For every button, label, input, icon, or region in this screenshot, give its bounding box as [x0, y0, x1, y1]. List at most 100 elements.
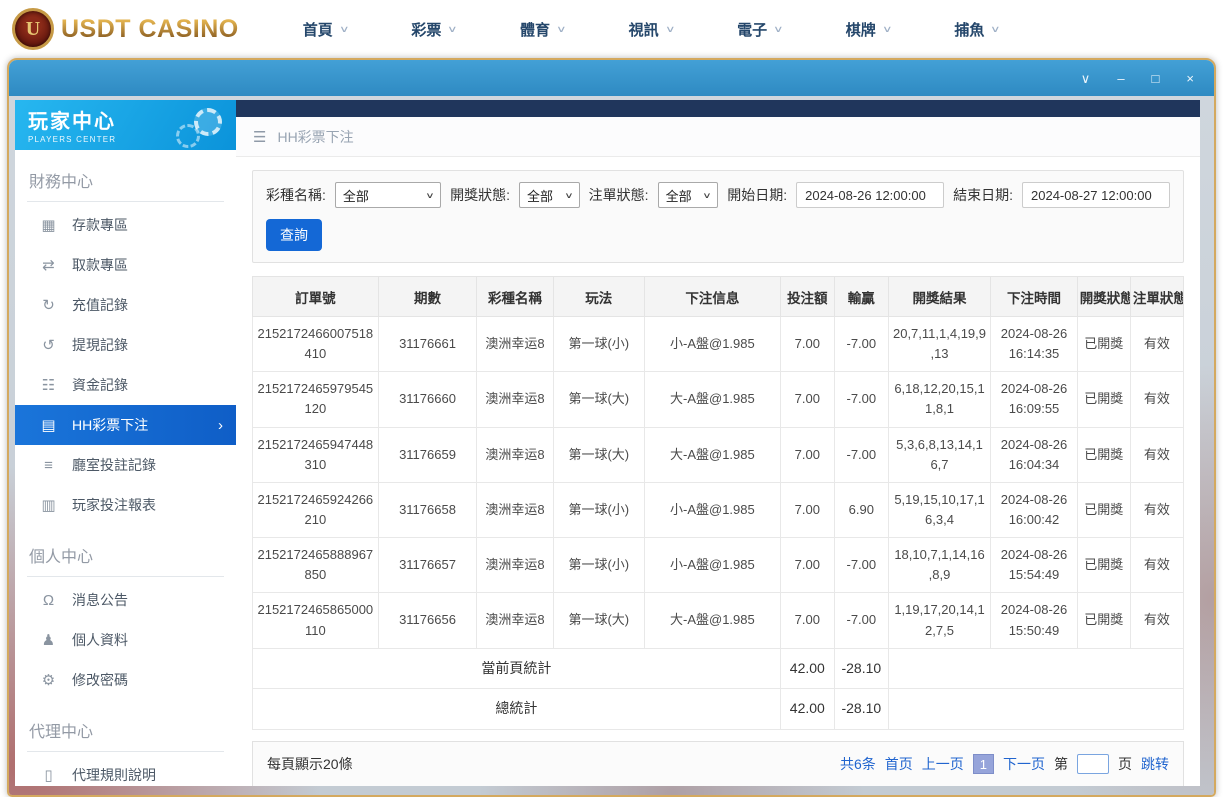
total-summary-label: 總統計: [252, 688, 781, 731]
sidebar-item-deposit[interactable]: ▦ 存款專區: [15, 205, 236, 245]
period-cell: 31176657: [377, 537, 478, 594]
chevron-down-icon: ∨: [881, 23, 893, 34]
sidebar-item-change-password[interactable]: ⚙ 修改密碼: [15, 660, 236, 700]
page-summary-bet: 42.00: [779, 647, 835, 690]
window-maximize-button[interactable]: □: [1152, 72, 1160, 85]
window-minimize-button[interactable]: –: [1117, 72, 1124, 85]
nav-item-label: 電子: [737, 21, 768, 39]
person-icon: ♟: [41, 632, 56, 649]
bet-amount-cell: 7.00: [779, 315, 835, 373]
column-header: 下注信息: [643, 276, 781, 317]
page-jump-input[interactable]: [1077, 754, 1109, 775]
draw-result-cell: 20,7,11,1,4,19,9,13: [887, 315, 992, 373]
nav-item[interactable]: 電子 ∨: [737, 19, 784, 40]
table-row: 2152172465979545120 31176660 澳洲幸运8 第一球(大…: [252, 371, 1185, 428]
sidebar-item-room-bet-records[interactable]: ≡ 廳室投註記錄: [15, 445, 236, 485]
bet-time-cell: 2024-08-26 16:04:34: [990, 426, 1078, 483]
jump-button[interactable]: 跳转: [1141, 754, 1169, 774]
section-title-finance: 財務中心: [27, 162, 224, 202]
first-page-link[interactable]: 首页: [885, 754, 913, 774]
bet-time-cell: 2024-08-26 16:00:42: [990, 481, 1078, 539]
filter-panel: 彩種名稱: 全部 ∨ 開獎狀態: 全部 ∨ 注單狀態: 全部 ∨ 開始日期: 2…: [252, 170, 1184, 263]
period-cell: 31176660: [377, 371, 478, 428]
table-footer: 每頁顯示20條 共6条 首页 上一页 1 下一页 第 页 跳转: [252, 741, 1184, 786]
lottery-name-cell: 澳洲幸运8: [476, 537, 554, 594]
draw-result-cell: 6,18,12,20,15,11,8,1: [887, 371, 992, 428]
period-cell: 31176659: [377, 426, 478, 483]
bet-amount-cell: 7.00: [779, 592, 835, 649]
chevron-down-icon: ∨: [664, 23, 676, 34]
bets-table: 訂單號 期數 彩種名稱 玩法 下注信息 投注額 輸贏 開獎結果 下注時間 開獎狀…: [252, 276, 1185, 731]
order-status-label: 注單狀態:: [588, 187, 649, 203]
play-cell: 第一球(小): [552, 481, 645, 539]
window-close-button[interactable]: ×: [1186, 72, 1194, 85]
chevron-down-icon: ∨: [773, 23, 784, 34]
order-status-cell: 有效: [1129, 592, 1185, 649]
page-summary-winloss: -28.10: [833, 647, 889, 690]
prev-page-link[interactable]: 上一页: [922, 754, 964, 774]
next-page-link[interactable]: 下一页: [1003, 754, 1045, 774]
page-summary-row: 當前頁統計 42.00 -28.10: [252, 647, 1185, 690]
win-loss-cell: -7.00: [833, 371, 889, 428]
search-button[interactable]: 查詢: [266, 219, 322, 251]
sidebar-item-funds-record[interactable]: ☷ 資金記錄: [15, 365, 236, 405]
sidebar-item-withdraw[interactable]: ⇄ 取款專區: [15, 245, 236, 285]
win-loss-cell: -7.00: [833, 426, 889, 483]
pagination: 共6条 首页 上一页 1 下一页 第 页 跳转: [840, 754, 1169, 775]
window-content: 玩家中心 PLAYERS CENTER 財務中心 ▦ 存款專區 ⇄ 取款專區 ↻…: [9, 96, 1214, 795]
lottery-name-select[interactable]: 全部 ∨: [334, 182, 442, 208]
nav-item[interactable]: 體育 ∨: [519, 19, 567, 40]
sidebar-item-label: 修改密碼: [72, 672, 128, 688]
logo[interactable]: U USDT CASINO: [12, 8, 239, 50]
window-collapse-button[interactable]: ∨: [1081, 72, 1091, 85]
order-no-cell: 2152172465865000110: [252, 592, 379, 649]
page-summary-empty: [887, 647, 1185, 690]
sidebar-item-announcements[interactable]: Ω 消息公告: [15, 580, 236, 620]
chevron-down-icon: ∨: [447, 23, 458, 34]
bet-info-cell: 大-A盤@1.985: [643, 371, 781, 428]
column-header: 投注額: [779, 276, 835, 317]
end-date-label: 結束日期:: [953, 187, 1013, 203]
start-date-input[interactable]: [796, 182, 945, 208]
nav-item[interactable]: 視訊 ∨: [629, 19, 676, 40]
bet-time-cell: 2024-08-26 16:09:55: [990, 371, 1078, 428]
bet-info-cell: 大-A盤@1.985: [643, 592, 781, 649]
column-header: 玩法: [552, 276, 645, 317]
order-no-cell: 2152172465979545120: [252, 371, 379, 428]
window-titlebar: ∨ – □ ×: [9, 60, 1214, 96]
order-status-select[interactable]: 全部 ∨: [657, 182, 719, 208]
sidebar-item-profile[interactable]: ♟ 個人資料: [15, 620, 236, 660]
sidebar-item-withdrawal-record[interactable]: ↺ 提現記錄: [15, 325, 236, 365]
nav-item[interactable]: 首頁 ∨: [303, 19, 350, 40]
withdraw-icon: ⇄: [42, 257, 55, 274]
sidebar-item-recharge-record[interactable]: ↻ 充值記錄: [15, 285, 236, 325]
order-status-cell: 有效: [1129, 426, 1185, 483]
current-page-badge[interactable]: 1: [972, 754, 994, 775]
bet-time-cell: 2024-08-26 15:50:49: [990, 592, 1078, 649]
nav-item-label: 體育: [519, 21, 550, 39]
page-summary-label: 當前頁統計: [252, 647, 781, 690]
period-cell: 31176658: [377, 481, 478, 539]
draw-status-select[interactable]: 全部 ∨: [519, 182, 580, 208]
draw-status-cell: 已開獎: [1076, 315, 1131, 373]
section-title-agent: 代理中心: [27, 712, 224, 752]
hamburger-icon[interactable]: ☰: [253, 128, 266, 146]
nav-item[interactable]: 捕魚 ∨: [954, 19, 1001, 40]
poker-chip-icon: [176, 108, 222, 148]
play-cell: 第一球(大): [552, 592, 645, 649]
sidebar-item-hh-lottery-bets[interactable]: ▤ HH彩票下注 ›: [15, 405, 236, 445]
end-date-input[interactable]: [1022, 182, 1170, 208]
chevron-down-icon: ∨: [555, 23, 567, 34]
order-no-cell: 2152172465888967850: [252, 537, 379, 594]
draw-status-label: 開獎狀態:: [450, 187, 511, 203]
chevron-right-icon: ›: [218, 416, 223, 434]
sidebar-item-agent-rules[interactable]: ▯ 代理規則說明: [15, 755, 236, 795]
nav-item[interactable]: 棋牌 ∨: [846, 19, 893, 40]
nav-item[interactable]: 彩票 ∨: [411, 19, 458, 40]
order-status-cell: 有效: [1129, 481, 1185, 539]
sidebar-item-player-bet-report[interactable]: ▥ 玩家投注報表: [15, 485, 236, 525]
room-bet-record-icon: ≡: [44, 456, 53, 474]
bet-amount-cell: 7.00: [779, 426, 835, 483]
sidebar-item-label: HH彩票下注: [72, 417, 149, 433]
breadcrumb-bar: ☰ HH彩票下注: [236, 117, 1200, 157]
